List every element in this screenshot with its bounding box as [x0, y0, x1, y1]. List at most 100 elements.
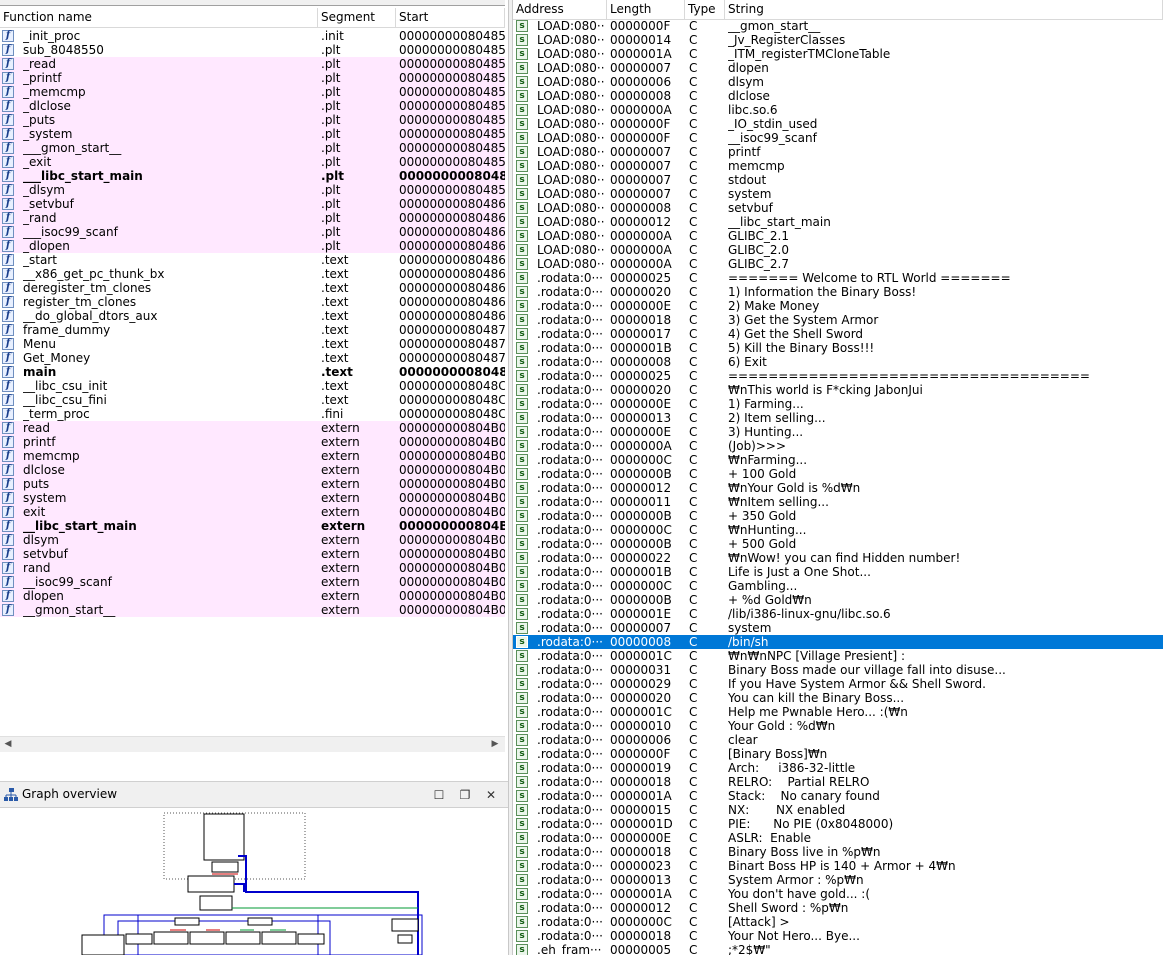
- function-row[interactable]: f ___gmon_start__ .plt 00000000080485C0: [0, 141, 505, 155]
- string-row[interactable]: s .rodata:0··· 00000018 C Your Not Hero... B…: [513, 929, 1163, 943]
- column-type[interactable]: Type: [685, 0, 725, 19]
- function-row[interactable]: f __do_global_dtors_aux .text 0000000008048…: [0, 309, 505, 323]
- string-row[interactable]: s .rodata:0··· 00000023 C Binart Boss HP is …: [513, 859, 1163, 873]
- string-row[interactable]: s LOAD:080··· 0000000F C _IO_stdin_used: [513, 117, 1163, 131]
- function-row[interactable]: fdlsym extern 000000000804B08C: [0, 533, 505, 547]
- string-row[interactable]: s .rodata:0··· 0000000C C ₩nHunting...: [513, 523, 1163, 537]
- string-row[interactable]: s LOAD:080··· 0000000A Clibc.so.6: [513, 103, 1163, 117]
- string-row[interactable]: s .rodata:0··· 00000012 C Shell Sword : %p₩n: [513, 901, 1163, 915]
- string-row[interactable]: s .rodata:0··· 00000022 C ₩nWow! you can fin…: [513, 551, 1163, 565]
- column-string[interactable]: String: [725, 0, 1163, 19]
- string-row[interactable]: s LOAD:080··· 00000006 Cdlsym: [513, 75, 1163, 89]
- string-row[interactable]: s LOAD:080··· 00000007 Cstdout: [513, 173, 1163, 187]
- minimize-icon[interactable]: ☐: [430, 786, 448, 804]
- string-row[interactable]: s .rodata:0··· 0000001A C You don't have gol…: [513, 887, 1163, 901]
- string-row[interactable]: s .rodata:0··· 0000000C C Gambling...: [513, 579, 1163, 593]
- column-function-name[interactable]: Function name: [0, 8, 318, 27]
- string-row[interactable]: s .rodata:0··· 00000011 C ₩nItem selling...: [513, 495, 1163, 509]
- function-row[interactable]: f _read .plt 0000000008048560: [0, 57, 505, 71]
- string-row[interactable]: s .rodata:0··· 0000000F C [Binary Boss]₩n: [513, 747, 1163, 761]
- string-row[interactable]: s .rodata:0··· 00000015 C NX: NX enabled: [513, 803, 1163, 817]
- function-row[interactable]: fprintf extern 000000000804B070: [0, 435, 505, 449]
- string-row[interactable]: s .rodata:0··· 0000000B C + 500 Gold: [513, 537, 1163, 551]
- string-row[interactable]: s .rodata:0··· 00000007 Csystem: [513, 621, 1163, 635]
- function-row[interactable]: f deregister_tm_clones .text 00000000080486…: [0, 281, 505, 295]
- function-row[interactable]: f __libc_csu_init .text 0000000008048C20: [0, 379, 505, 393]
- function-row[interactable]: f _dlsym .plt 00000000080485F0: [0, 183, 505, 197]
- function-row[interactable]: f setvbuf extern 000000000804B090: [0, 547, 505, 561]
- string-row[interactable]: s .rodata:0··· 00000020 C You can kill the B…: [513, 691, 1163, 705]
- string-row[interactable]: s .rodata:0··· 0000001D C PIE: No PIE (0x804…: [513, 817, 1163, 831]
- string-row[interactable]: s .rodata:0··· 00000018 C Binary Boss live i…: [513, 845, 1163, 859]
- string-row[interactable]: s .rodata:0··· 00000020 C 1) Information the…: [513, 285, 1163, 299]
- string-row[interactable]: s .rodata:0··· 0000000B C + 350 Gold: [513, 509, 1163, 523]
- string-row[interactable]: s .rodata:0··· 00000020 C ₩nThis world is F*…: [513, 383, 1163, 397]
- function-row[interactable]: f _memcmp .plt 0000000008048580: [0, 85, 505, 99]
- function-row[interactable]: f _system .plt 00000000080485B0: [0, 127, 505, 141]
- function-row[interactable]: f _dlopen .plt 0000000008048630: [0, 239, 505, 253]
- string-row[interactable]: s LOAD:080··· 0000000A C GLIBC_2.7: [513, 257, 1163, 271]
- string-row[interactable]: s .rodata:0··· 0000001A C Stack: No canary f…: [513, 789, 1163, 803]
- function-row[interactable]: f _setvbuf .plt 0000000008048600: [0, 197, 505, 211]
- string-row[interactable]: s .rodata:0··· 00000019 C Arch: i386-32-litt…: [513, 761, 1163, 775]
- string-row[interactable]: s LOAD:080··· 00000007 Cprintf: [513, 145, 1163, 159]
- function-row[interactable]: f _dlclose .plt 0000000008048590: [0, 99, 505, 113]
- string-row[interactable]: s LOAD:080··· 0000000A C GLIBC_2.1: [513, 229, 1163, 243]
- graph-overview-drawing[interactable]: [0, 808, 508, 955]
- column-length[interactable]: Length: [607, 0, 685, 19]
- function-row[interactable]: fmain .text 000000000804898: [0, 365, 505, 379]
- function-row[interactable]: f ___libc_start_main .plt 00000000080485E: [0, 169, 505, 183]
- function-row[interactable]: f __libc_csu_fini .text 0000000008048C90: [0, 393, 505, 407]
- function-row[interactable]: f _puts .plt 00000000080485A0: [0, 113, 505, 127]
- function-row[interactable]: f _printf .plt 0000000008048570: [0, 71, 505, 85]
- string-row[interactable]: s .rodata:0··· 0000000E C 2) Make Money: [513, 299, 1163, 313]
- string-row[interactable]: s LOAD:080··· 00000007 Cdlopen: [513, 61, 1163, 75]
- function-row[interactable]: f sub_8048550 .plt 0000000008048550: [0, 43, 505, 57]
- string-row[interactable]: s .rodata:0··· 0000000E C 3) Hunting...: [513, 425, 1163, 439]
- string-row[interactable]: s LOAD:080··· 00000014 C _Jv_RegisterClasses: [513, 33, 1163, 47]
- function-row[interactable]: f _init_proc .init 0000000008048524: [0, 29, 505, 43]
- function-row[interactable]: fsystem extern 000000000804B080: [0, 491, 505, 505]
- function-row[interactable]: fread extern 000000000804B06C: [0, 421, 505, 435]
- string-row[interactable]: s LOAD:080··· 0000000F C __isoc99_scanf: [513, 131, 1163, 145]
- string-row[interactable]: s .rodata:0··· 0000001B C Life is Just a One…: [513, 565, 1163, 579]
- function-row[interactable]: fdlopen extern 000000000804B09C: [0, 589, 505, 603]
- string-row[interactable]: s .rodata:0··· 00000010 C Your Gold : %d₩n: [513, 719, 1163, 733]
- string-row[interactable]: s LOAD:080··· 00000007 Csystem: [513, 187, 1163, 201]
- string-row[interactable]: s LOAD:080··· 0000000A C GLIBC_2.0: [513, 243, 1163, 257]
- function-row[interactable]: f ___isoc99_scanf .plt 0000000008048620: [0, 225, 505, 239]
- function-row[interactable]: f __gmon_start__ extern 000000000804B0A4: [0, 603, 505, 617]
- string-row[interactable]: s .rodata:0··· 00000012 C ₩nYour Gold is %d₩…: [513, 481, 1163, 495]
- scroll-right-icon[interactable]: ▶: [487, 737, 503, 752]
- function-row[interactable]: f dlclose extern 000000000804B078: [0, 463, 505, 477]
- function-row[interactable]: fmemcmp extern 000000000804B074: [0, 449, 505, 463]
- string-row[interactable]: s .rodata:0··· 0000001C C Help me Pwnable He…: [513, 705, 1163, 719]
- string-row[interactable]: s .rodata:0··· 0000001E C/lib/i386-linux-gn…: [513, 607, 1163, 621]
- string-row[interactable]: s .rodata:0··· 0000000E C 1) Farming...: [513, 397, 1163, 411]
- string-row[interactable]: s .rodata:0··· 00000018 C 3) Get the System …: [513, 313, 1163, 327]
- string-row[interactable]: s .rodata:0··· 00000031 C Binary Boss made o…: [513, 663, 1163, 677]
- string-row[interactable]: s .rodata:0··· 0000000A C (Job)>>>: [513, 439, 1163, 453]
- string-row[interactable]: s .rodata:0··· 00000008 C 6) Exit: [513, 355, 1163, 369]
- string-row[interactable]: s .rodata:0··· 00000029 C If you Have System…: [513, 677, 1163, 691]
- string-row[interactable]: s .rodata:0··· 00000008 C/bin/sh: [513, 635, 1163, 649]
- function-row[interactable]: f __isoc99_scanf extern 000000000804B098: [0, 575, 505, 589]
- string-row[interactable]: s LOAD:080··· 0000001A C _ITM_registerTMClon…: [513, 47, 1163, 61]
- string-row[interactable]: s .rodata:0··· 0000001B C 5) Kill the Binary…: [513, 341, 1163, 355]
- string-row[interactable]: s .rodata:0··· 00000025 C ======= Welcome to…: [513, 271, 1163, 285]
- functions-horizontal-scrollbar[interactable]: ◀ ▶: [0, 736, 505, 752]
- column-segment[interactable]: Segment: [318, 8, 396, 27]
- function-row[interactable]: f _term_proc .fini 0000000008048C94: [0, 407, 505, 421]
- string-row[interactable]: s .rodata:0··· 0000000B C + 100 Gold: [513, 467, 1163, 481]
- close-icon[interactable]: ✕: [482, 786, 500, 804]
- function-row[interactable]: fputs extern 000000000804B07C: [0, 477, 505, 491]
- string-row[interactable]: s .rodata:0··· 0000000B C + %d Gold₩n: [513, 593, 1163, 607]
- string-row[interactable]: s .rodata:0··· 00000013 C System Armor : %p₩…: [513, 873, 1163, 887]
- function-row[interactable]: f Get_Money .text 00000000080487A5: [0, 351, 505, 365]
- function-row[interactable]: f _exit .plt 00000000080485D0: [0, 155, 505, 169]
- string-row[interactable]: s LOAD:080··· 00000008 Csetvbuf: [513, 201, 1163, 215]
- scroll-left-icon[interactable]: ◀: [0, 737, 16, 752]
- string-row[interactable]: s .rodata:0··· 00000006 Cclear: [513, 733, 1163, 747]
- graph-overview-canvas[interactable]: [0, 808, 508, 955]
- function-row[interactable]: fexit extern 000000000804B084: [0, 505, 505, 519]
